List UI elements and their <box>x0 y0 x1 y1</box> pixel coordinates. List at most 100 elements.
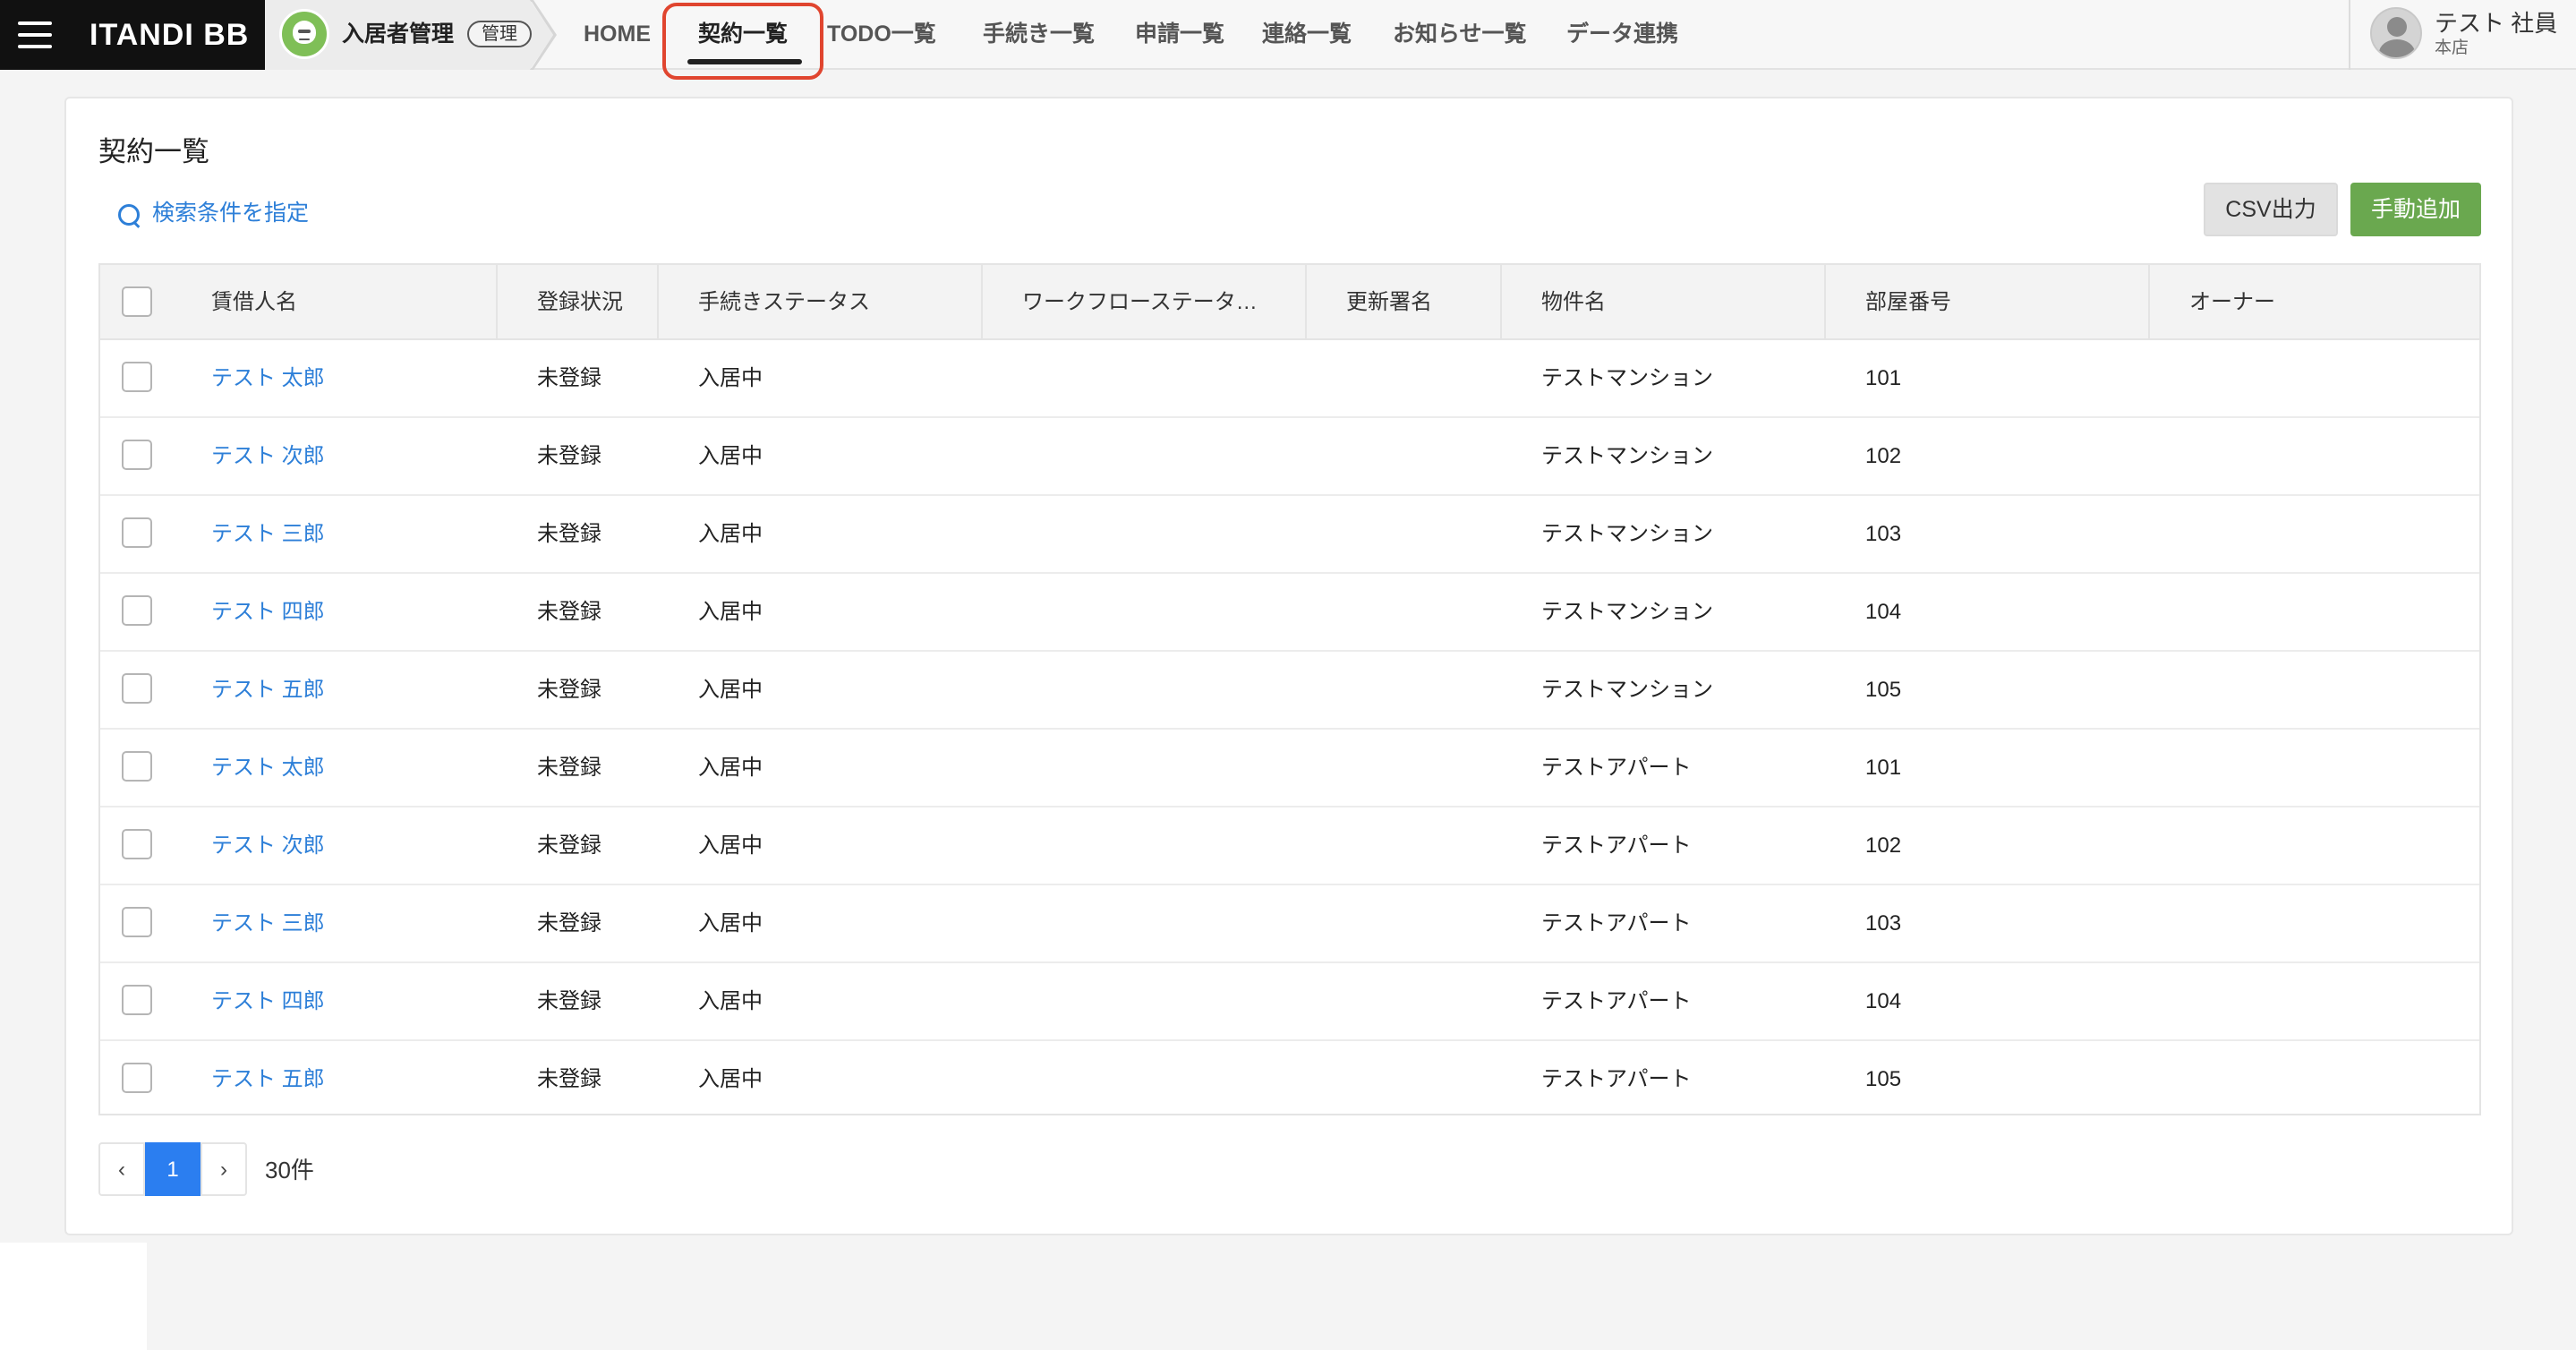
row-checkbox[interactable] <box>122 595 152 626</box>
blank-area <box>0 1243 147 1350</box>
cell-property-name: テストアパート <box>1541 756 1692 780</box>
row-checkbox[interactable] <box>122 440 152 470</box>
cell-registration-status: 未登録 <box>537 756 601 780</box>
contracts-card: 契約一覧 検索条件を指定 CSV出力 手動追加 賃借人名 登録状況 手続きステー… <box>64 97 2513 1235</box>
select-all-checkbox[interactable] <box>122 286 152 317</box>
nav-notices[interactable]: お知らせ一覧 <box>1393 0 1527 70</box>
table-row[interactable]: テスト 三郎 未登録 入居中 テストマンション 103 <box>100 496 2479 574</box>
column-header-room[interactable]: 部屋番号 <box>1826 265 2150 340</box>
table-row[interactable]: テスト 太郎 未登録 入居中 テストアパート 101 <box>100 730 2479 807</box>
cell-tenant-name[interactable]: テスト 次郎 <box>211 418 325 494</box>
nav-home[interactable]: HOME <box>584 0 651 70</box>
cell-room-number: 101 <box>1865 366 1902 390</box>
table-row[interactable]: テスト 三郎 未登録 入居中 テストアパート 103 <box>100 885 2479 963</box>
cell-registration-status: 未登録 <box>537 833 601 858</box>
cell-property-name: テストアパート <box>1541 833 1692 858</box>
cell-procedure-status: 入居中 <box>698 678 763 702</box>
cell-room-number: 103 <box>1865 522 1902 546</box>
cell-registration-status: 未登録 <box>537 600 601 624</box>
app-name[interactable]: 入居者管理 <box>342 0 454 70</box>
row-checkbox[interactable] <box>122 673 152 704</box>
column-header-renewal-signature[interactable]: 更新署名 <box>1307 265 1502 340</box>
cell-tenant-name[interactable]: テスト 四郎 <box>211 574 325 650</box>
pagination-next-button[interactable]: › <box>200 1142 247 1196</box>
cell-room-number: 105 <box>1865 678 1902 702</box>
row-checkbox[interactable] <box>122 517 152 548</box>
table-row[interactable]: テスト 次郎 未登録 入居中 テストアパート 102 <box>100 807 2479 885</box>
nav-communications[interactable]: 連絡一覧 <box>1262 0 1352 70</box>
cell-tenant-name[interactable]: テスト 三郎 <box>211 496 325 572</box>
cell-property-name: テストアパート <box>1541 989 1692 1013</box>
cell-tenant-name[interactable]: テスト 太郎 <box>211 340 325 416</box>
cell-procedure-status: 入居中 <box>698 1067 763 1091</box>
search-icon <box>116 202 141 227</box>
row-checkbox[interactable] <box>122 362 152 392</box>
pagination-page-1[interactable]: 1 <box>145 1142 200 1196</box>
table-row[interactable]: テスト 四郎 未登録 入居中 テストマンション 104 <box>100 574 2479 652</box>
column-header-procedure-status[interactable]: 手続きステータス <box>659 265 983 340</box>
cell-room-number: 104 <box>1865 600 1902 624</box>
nav-todo[interactable]: TODO一覧 <box>827 0 936 70</box>
brand-block: ITANDI BB <box>0 0 265 70</box>
cell-registration-status: 未登録 <box>537 522 601 546</box>
row-checkbox[interactable] <box>122 829 152 859</box>
cell-procedure-status: 入居中 <box>698 989 763 1013</box>
row-checkbox[interactable] <box>122 907 152 937</box>
row-checkbox[interactable] <box>122 751 152 782</box>
cell-tenant-name[interactable]: テスト 太郎 <box>211 730 325 806</box>
column-header-registration[interactable]: 登録状況 <box>498 265 659 340</box>
cell-room-number: 101 <box>1865 756 1902 780</box>
cell-room-number: 102 <box>1865 444 1902 468</box>
column-header-tenant[interactable]: 賃借人名 <box>172 265 498 340</box>
cell-tenant-name[interactable]: テスト 五郎 <box>211 1041 325 1114</box>
csv-export-button[interactable]: CSV出力 <box>2204 183 2338 236</box>
cell-procedure-status: 入居中 <box>698 833 763 858</box>
row-checkbox[interactable] <box>122 985 152 1015</box>
table-row[interactable]: テスト 五郎 未登録 入居中 テストマンション 105 <box>100 652 2479 730</box>
table-row[interactable]: テスト 四郎 未登録 入居中 テストアパート 104 <box>100 963 2479 1041</box>
nav-applications[interactable]: 申請一覧 <box>1135 0 1224 70</box>
column-header-owner[interactable]: オーナー <box>2150 265 2479 340</box>
cell-tenant-name[interactable]: テスト 次郎 <box>211 807 325 884</box>
contracts-table: 賃借人名 登録状況 手続きステータス ワークフローステータ… 更新署名 物件名 … <box>98 263 2481 1115</box>
table-row[interactable]: テスト 五郎 未登録 入居中 テストアパート 105 <box>100 1041 2479 1114</box>
cell-procedure-status: 入居中 <box>698 444 763 468</box>
hamburger-menu-icon[interactable] <box>18 20 54 50</box>
table-header: 賃借人名 登録状況 手続きステータス ワークフローステータ… 更新署名 物件名 … <box>100 265 2479 340</box>
pagination-prev-button[interactable]: ‹ <box>98 1142 145 1196</box>
cell-property-name: テストマンション <box>1541 444 1713 468</box>
search-conditions-link[interactable]: 検索条件を指定 <box>116 195 309 231</box>
user-menu[interactable]: テスト 社員 本店 <box>2349 0 2576 70</box>
manual-add-button[interactable]: 手動追加 <box>2350 183 2481 236</box>
cell-tenant-name[interactable]: テスト 五郎 <box>211 652 325 728</box>
top-navigation-bar: ITANDI BB 入居者管理 管理 HOME 契約一覧 TODO一覧 手続き一… <box>0 0 2576 70</box>
cell-procedure-status: 入居中 <box>698 366 763 390</box>
cell-tenant-name[interactable]: テスト 四郎 <box>211 963 325 1039</box>
row-checkbox[interactable] <box>122 1063 152 1093</box>
cell-registration-status: 未登録 <box>537 366 601 390</box>
cell-property-name: テストアパート <box>1541 1067 1692 1091</box>
cell-property-name: テストマンション <box>1541 366 1713 390</box>
search-link-label: 検索条件を指定 <box>152 201 310 226</box>
cell-tenant-name[interactable]: テスト 三郎 <box>211 885 325 961</box>
cell-registration-status: 未登録 <box>537 911 601 936</box>
nav-data-integration[interactable]: データ連携 <box>1566 0 1678 70</box>
cell-room-number: 104 <box>1865 989 1902 1013</box>
cell-registration-status: 未登録 <box>537 1067 601 1091</box>
cell-room-number: 103 <box>1865 911 1902 936</box>
app-role-badge: 管理 <box>467 21 532 47</box>
column-header-workflow-status[interactable]: ワークフローステータ… <box>983 265 1307 340</box>
cell-property-name: テストアパート <box>1541 911 1692 936</box>
cell-registration-status: 未登録 <box>537 989 601 1013</box>
column-header-property[interactable]: 物件名 <box>1502 265 1826 340</box>
table-row[interactable]: テスト 太郎 未登録 入居中 テストマンション 101 <box>100 340 2479 418</box>
cell-registration-status: 未登録 <box>537 444 601 468</box>
cell-procedure-status: 入居中 <box>698 600 763 624</box>
table-row[interactable]: テスト 次郎 未登録 入居中 テストマンション 102 <box>100 418 2479 496</box>
pagination-total-count: 30件 <box>265 1157 314 1183</box>
brand-logo[interactable]: ITANDI BB <box>90 0 249 70</box>
cell-property-name: テストマンション <box>1541 522 1713 546</box>
cell-procedure-status: 入居中 <box>698 911 763 936</box>
cell-room-number: 105 <box>1865 1067 1902 1091</box>
nav-procedures[interactable]: 手続き一覧 <box>983 0 1095 70</box>
